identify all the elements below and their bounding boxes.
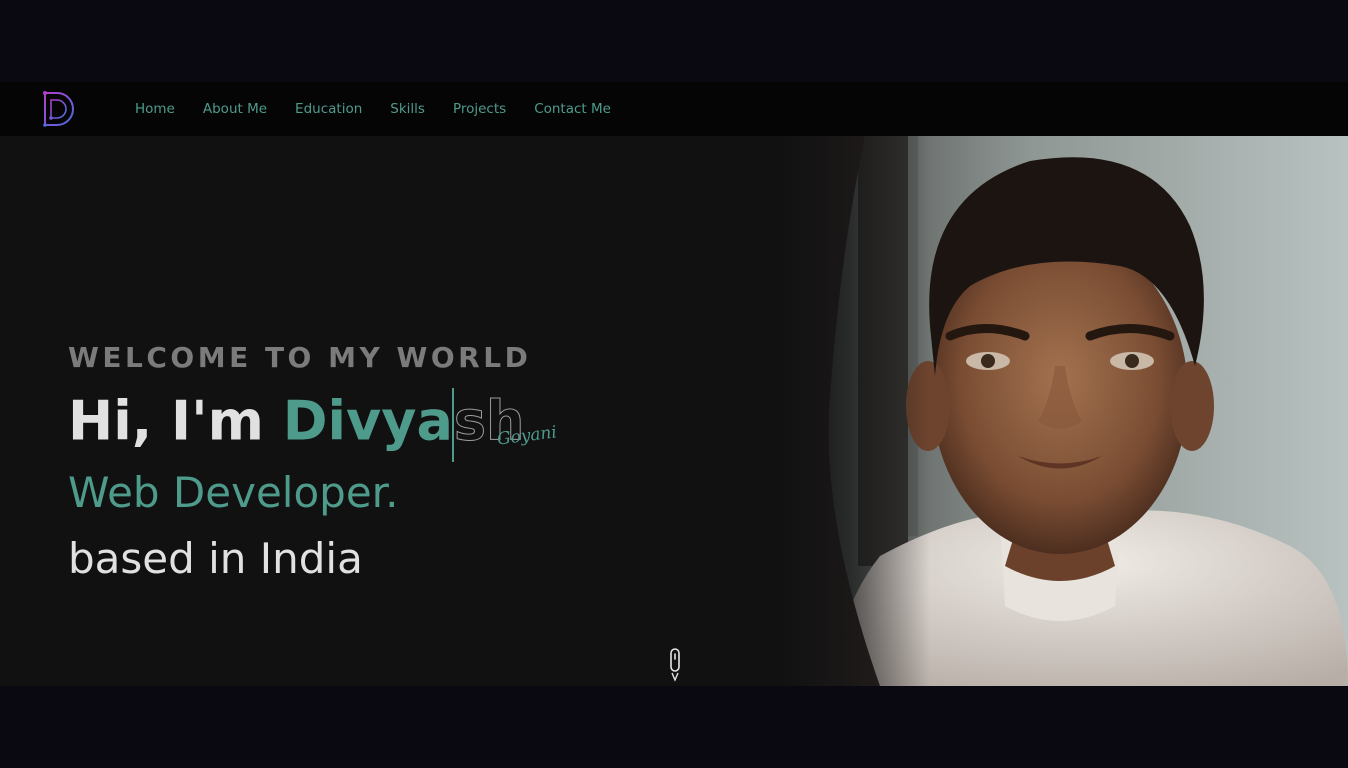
logo-icon[interactable]	[40, 90, 78, 128]
nav-education[interactable]: Education	[295, 101, 362, 117]
welcome-heading: WELCOME TO MY WORLD	[68, 341, 532, 374]
greeting-prefix: Hi, I'm	[68, 389, 283, 453]
page: Home About Me Education Skills Projects …	[0, 0, 1348, 768]
nav-contact-me[interactable]: Contact Me	[534, 101, 611, 117]
name-typed-text: Divya	[282, 389, 453, 453]
nav-links: Home About Me Education Skills Projects …	[135, 82, 611, 136]
navbar: Home About Me Education Skills Projects …	[0, 82, 1348, 136]
location-heading: based in India	[68, 534, 363, 583]
nav-about-me[interactable]: About Me	[203, 101, 267, 117]
nav-projects[interactable]: Projects	[453, 101, 506, 117]
nav-home[interactable]: Home	[135, 101, 175, 117]
greeting-heading: Hi, I'm Divyash	[68, 388, 525, 462]
hero-section: WELCOME TO MY WORLD Hi, I'm Divyash Goya…	[0, 136, 1348, 686]
mouse-scroll-icon[interactable]	[668, 648, 682, 682]
role-heading: Web Developer.	[68, 468, 399, 517]
photo-fade-overlay	[700, 136, 930, 686]
nav-skills[interactable]: Skills	[390, 101, 425, 117]
